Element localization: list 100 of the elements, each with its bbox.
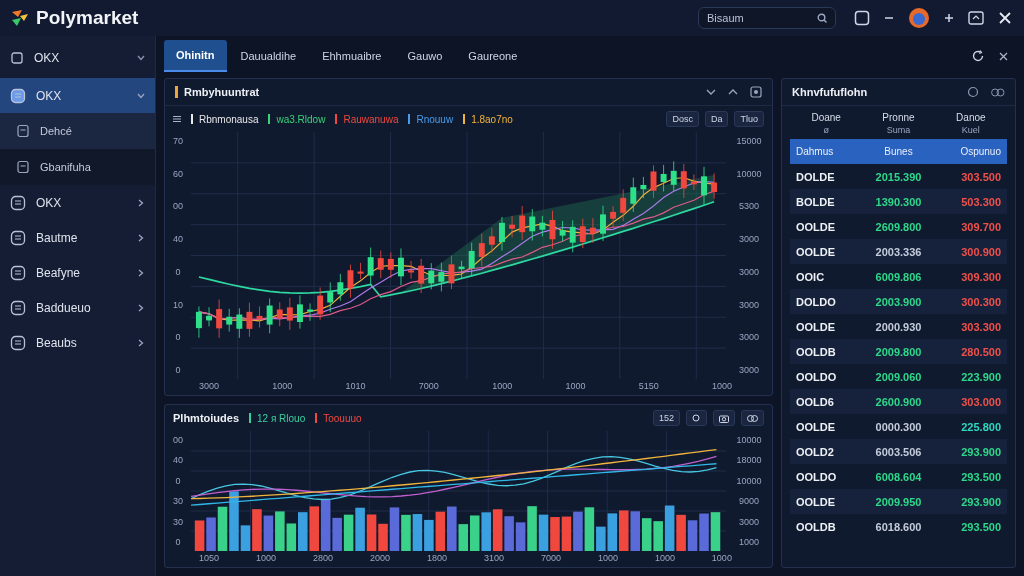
volume-bar: [504, 516, 514, 551]
axis-label: 1000: [256, 553, 276, 563]
toolbar-button[interactable]: Tluo: [734, 111, 764, 127]
candlestick: [610, 205, 617, 229]
refresh-icon[interactable]: [971, 49, 985, 63]
legend-item: Rnouuw: [416, 113, 454, 125]
link-button[interactable]: [741, 410, 764, 426]
table-row[interactable]: OOLDE 0000.300 225.800: [790, 414, 1007, 439]
link-icon[interactable]: [991, 87, 1005, 97]
axis-label: 0: [175, 536, 181, 547]
table-row[interactable]: OOLD6 2600.900 303.000: [790, 389, 1007, 414]
tab[interactable]: Ehhmuaibre: [310, 40, 394, 72]
legend-item: Rauwanuwa: [343, 113, 399, 125]
axis-label: 40: [173, 455, 183, 466]
axis-label: 30: [173, 496, 183, 507]
volume-bar: [355, 507, 365, 551]
candlestick: [701, 166, 707, 206]
table-row[interactable]: OOLD2 6003.506 293.900: [790, 439, 1007, 464]
table-row[interactable]: OOLDE 2000.930 303.300: [790, 314, 1007, 339]
axis-label: 5300: [739, 201, 759, 212]
candlestick: [600, 205, 606, 242]
column-title: Pronne: [882, 112, 915, 123]
table-row[interactable]: OOLDO 6008.604 293.500: [790, 464, 1007, 489]
sidebar-item[interactable]: Beafyne: [0, 255, 155, 290]
table-row[interactable]: OOLDO 2009.060 223.900: [790, 364, 1007, 389]
table-cell-text: 6003.506: [874, 445, 923, 458]
sidebar-item[interactable]: OKX: [0, 185, 155, 220]
table-row[interactable]: OOLDB 2009.800 280.500: [790, 339, 1007, 364]
candlestick: [539, 215, 546, 237]
toolbar-button[interactable]: Dosc: [666, 111, 699, 127]
toolbar-button[interactable]: Da: [704, 111, 729, 127]
candlestick: [640, 176, 647, 199]
volume-bar: [309, 506, 319, 551]
table-cell-text: 2000.930: [874, 320, 923, 333]
axis-label: 5150: [638, 381, 659, 391]
tab[interactable]: Gaureone: [456, 40, 530, 72]
table-row[interactable]: DOLDO 2003.900 300.300: [790, 289, 1007, 314]
search-field[interactable]: Bisaum: [698, 7, 836, 29]
table-row[interactable]: OOIC 6009.806 309.300: [790, 264, 1007, 289]
sidebar-item[interactable]: Bautme: [0, 220, 155, 255]
table-row[interactable]: Dahmus Bunes Ospunuo: [790, 139, 1007, 164]
expand-icon[interactable]: [728, 88, 738, 96]
table-row[interactable]: OOLDE 2009.950 293.900: [790, 489, 1007, 514]
tab[interactable]: Dauualdihe: [228, 40, 309, 72]
candlestick: [519, 205, 526, 241]
close-icon[interactable]: [999, 51, 1008, 61]
column-title: Danoe: [956, 112, 986, 123]
menu-icon[interactable]: [173, 115, 181, 123]
column-subtitle: Kuel: [961, 125, 980, 135]
document-icon: [16, 160, 30, 174]
sidebar-subitem[interactable]: Dehcé: [0, 113, 155, 149]
tab[interactable]: Gauwo: [395, 40, 455, 72]
candlestick: [711, 173, 718, 200]
chevron-icon: [138, 303, 144, 312]
candlestick: [458, 260, 465, 280]
table-row[interactable]: OOLDE 2003.336 300.900: [790, 239, 1007, 264]
square-icon[interactable]: [854, 10, 870, 26]
sidebar-item[interactable]: OKX: [0, 78, 155, 113]
candlestick: [256, 306, 263, 328]
table-row[interactable]: OOLDE 2609.800 309.700: [790, 214, 1007, 239]
axis-label: 0: [175, 475, 181, 486]
table-row[interactable]: DOLDE 2015.390 303.500: [790, 164, 1007, 189]
candlestick: [216, 299, 223, 339]
candlestick: [690, 174, 697, 191]
sidebar-item[interactable]: Baddueuo: [0, 290, 155, 325]
volume-bar: [676, 514, 686, 551]
table-cell-text: OOIC: [796, 270, 826, 283]
candlestick: [408, 260, 415, 280]
volume-bar: [687, 520, 698, 551]
table-row[interactable]: BOLDE 1390.300 503.300: [790, 189, 1007, 214]
logo-icon: [10, 8, 30, 28]
table-row[interactable]: OOLDB 6018.600 293.500: [790, 514, 1007, 539]
candlestick: [347, 264, 354, 299]
table-cell-text: 2015.390: [874, 170, 923, 183]
candlestick: [206, 306, 212, 327]
volume-bar: [275, 511, 285, 551]
zoom-button[interactable]: [686, 410, 707, 426]
table-cell-text: OOLDO: [796, 470, 838, 483]
column-header[interactable]: Pronne Suma: [862, 112, 935, 135]
column-header[interactable]: Danoe Kuel: [934, 112, 1007, 135]
sidebar-header[interactable]: OKX: [0, 40, 155, 76]
minus-icon[interactable]: [884, 16, 894, 20]
camera-button[interactable]: [713, 410, 735, 426]
tab[interactable]: Ohinitn: [164, 40, 227, 72]
minimize-icon[interactable]: [706, 88, 716, 96]
refresh-icon[interactable]: [967, 86, 979, 98]
settings-icon[interactable]: [750, 86, 762, 98]
avatar-icon[interactable]: [908, 7, 930, 29]
sidebar-item[interactable]: Beaubs: [0, 325, 155, 360]
candlestick: [377, 250, 384, 279]
window-icon[interactable]: [968, 11, 984, 25]
document-icon: [16, 124, 30, 138]
table-cell-text: Bunes: [883, 146, 914, 157]
sidebar-subitem[interactable]: Gbanifuha: [0, 149, 155, 185]
toolbar-button[interactable]: 152: [652, 410, 680, 426]
axis-label: 2000: [369, 553, 390, 563]
axis-label: 3000: [739, 332, 759, 343]
plus-icon[interactable]: [944, 13, 954, 23]
column-header[interactable]: Doane ø: [790, 112, 863, 135]
axis-label: 3100: [483, 553, 504, 563]
